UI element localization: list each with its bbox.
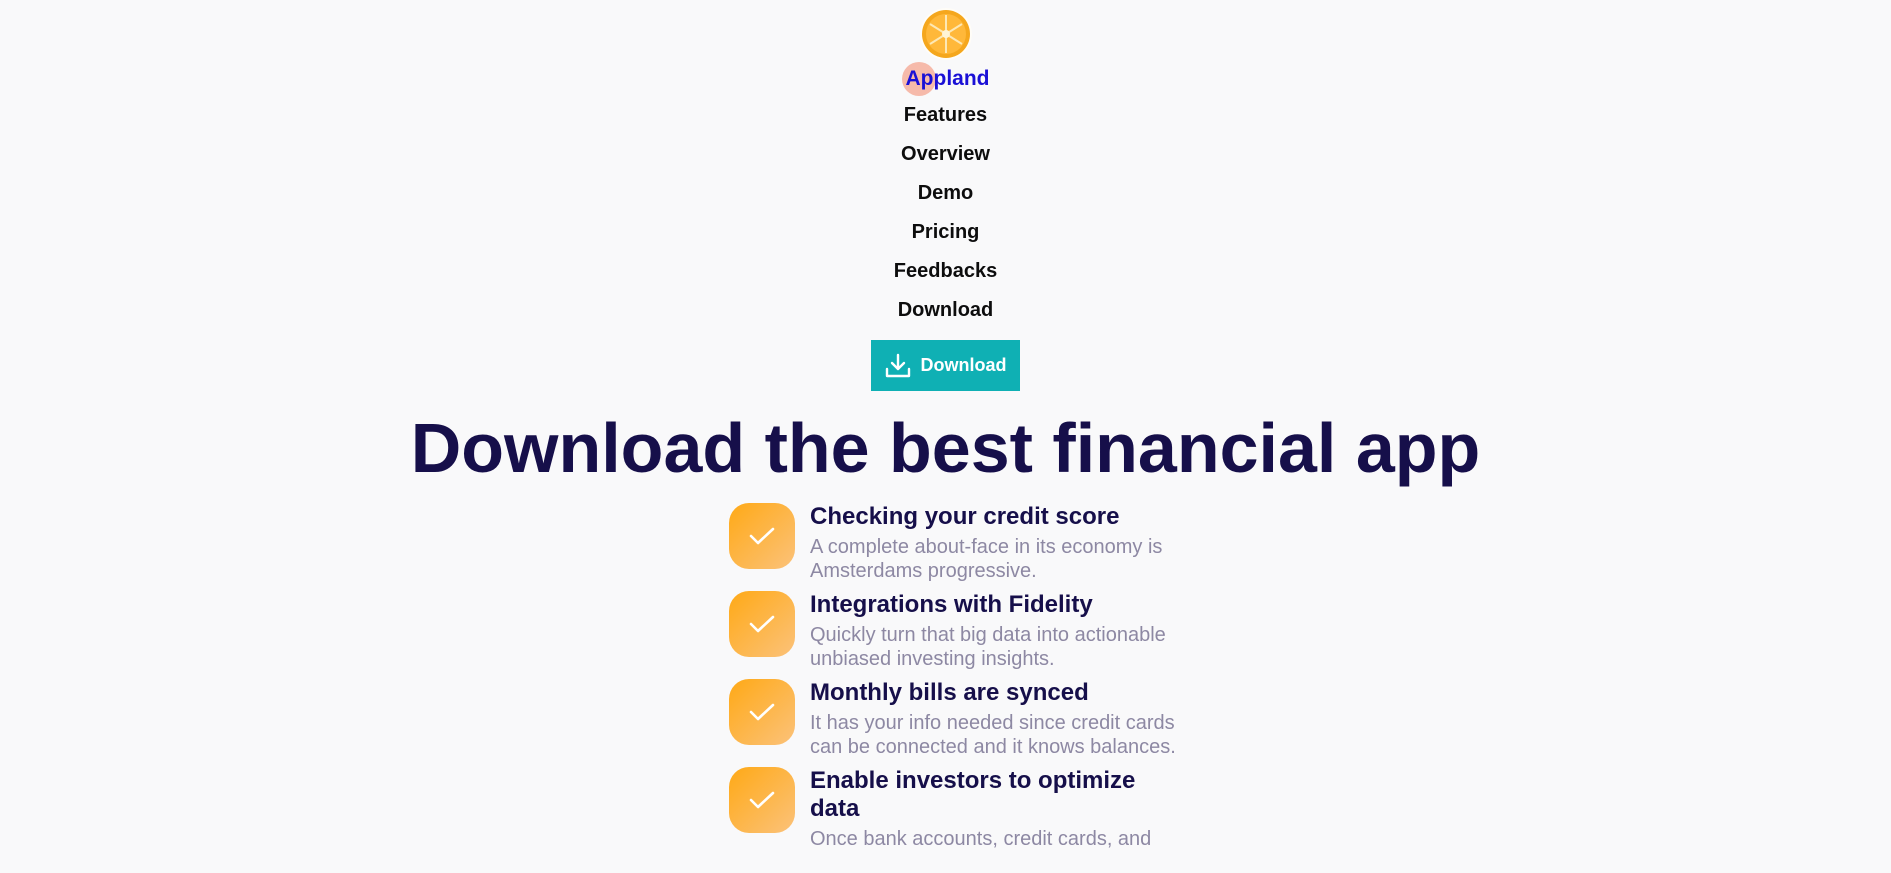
check-icon	[729, 679, 795, 745]
site-header: Appland Features Overview Demo Pricing F…	[0, 0, 1891, 391]
download-button[interactable]: Download	[871, 340, 1020, 391]
feature-description: A complete about-face in its economy is …	[810, 536, 1163, 582]
check-icon	[729, 591, 795, 657]
download-icon	[885, 353, 910, 377]
nav-item-download[interactable]: Download	[898, 291, 994, 330]
feature-title: Enable investors to optimize data	[810, 767, 1136, 822]
feature-description: It has your info needed since credit car…	[810, 712, 1176, 758]
feature-text: Checking your credit score A complete ab…	[810, 503, 1190, 583]
feature-description: Once bank accounts, credit cards, and	[810, 828, 1152, 850]
nav-item-feedbacks[interactable]: Feedbacks	[894, 252, 997, 291]
feature-description: Quickly turn that big data into actionab…	[810, 624, 1166, 670]
feature-text: Enable investors to optimize data Once b…	[810, 767, 1190, 851]
feature-item: Checking your credit score A complete ab…	[729, 503, 1199, 583]
feature-text: Integrations with Fidelity Quickly turn …	[810, 591, 1190, 671]
feature-text: Monthly bills are synced It has your inf…	[810, 679, 1190, 759]
nav-item-features[interactable]: Features	[904, 96, 987, 135]
feature-item: Monthly bills are synced It has your inf…	[729, 679, 1199, 759]
feature-list: Checking your credit score A complete ab…	[729, 503, 1199, 859]
main-nav: Features Overview Demo Pricing Feedbacks…	[894, 93, 997, 330]
brand-link[interactable]: Appland	[902, 67, 990, 91]
nav-item-pricing[interactable]: Pricing	[912, 213, 980, 252]
nav-item-overview[interactable]: Overview	[901, 135, 990, 174]
feature-title: Monthly bills are synced	[810, 679, 1089, 706]
nav-item-demo[interactable]: Demo	[918, 174, 974, 213]
brand[interactable]: Appland	[901, 62, 990, 96]
hero-title: Download the best financial app	[410, 409, 1481, 487]
orange-slice-icon[interactable]	[919, 8, 972, 60]
check-icon	[729, 767, 795, 833]
feature-title: Checking your credit score	[810, 503, 1120, 530]
check-icon	[729, 503, 795, 569]
feature-title: Integrations with Fidelity	[810, 591, 1093, 618]
download-button-label: Download	[920, 355, 1007, 375]
feature-item: Integrations with Fidelity Quickly turn …	[729, 591, 1199, 671]
feature-item: Enable investors to optimize data Once b…	[729, 767, 1199, 851]
